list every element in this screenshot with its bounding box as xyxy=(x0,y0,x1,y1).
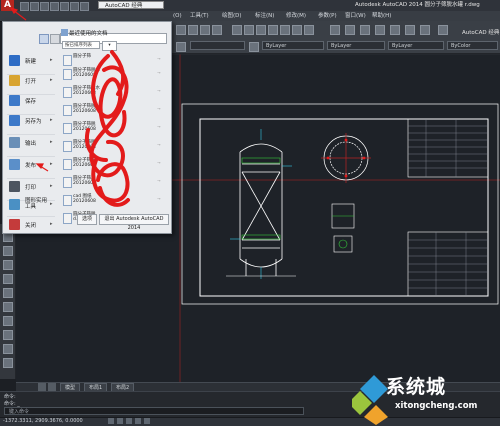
command-input[interactable]: 键入命令 xyxy=(4,407,304,415)
red-annotation-overlay xyxy=(9,6,130,207)
ortho-toggle-icon[interactable] xyxy=(126,418,132,424)
watermark-url: xitongcheng.com xyxy=(395,401,478,411)
command-history-line: 命令: _ xyxy=(4,401,20,407)
tab-nav-first-icon[interactable] xyxy=(38,383,46,391)
polar-toggle-icon[interactable] xyxy=(135,418,141,424)
osnap-toggle-icon[interactable] xyxy=(144,418,150,424)
annotation-arrows xyxy=(9,6,49,172)
grid-toggle-icon[interactable] xyxy=(117,418,123,424)
watermark-text: 系统城 xyxy=(386,376,447,398)
scribble-mark xyxy=(85,50,130,207)
snap-toggle-icon[interactable] xyxy=(108,418,114,424)
cursor-coordinates: -1372.3311, 2909.3676, 0.0000 xyxy=(3,418,83,424)
tab-nav-prev-icon[interactable] xyxy=(48,383,56,391)
command-history-line: 命令: xyxy=(4,394,16,400)
